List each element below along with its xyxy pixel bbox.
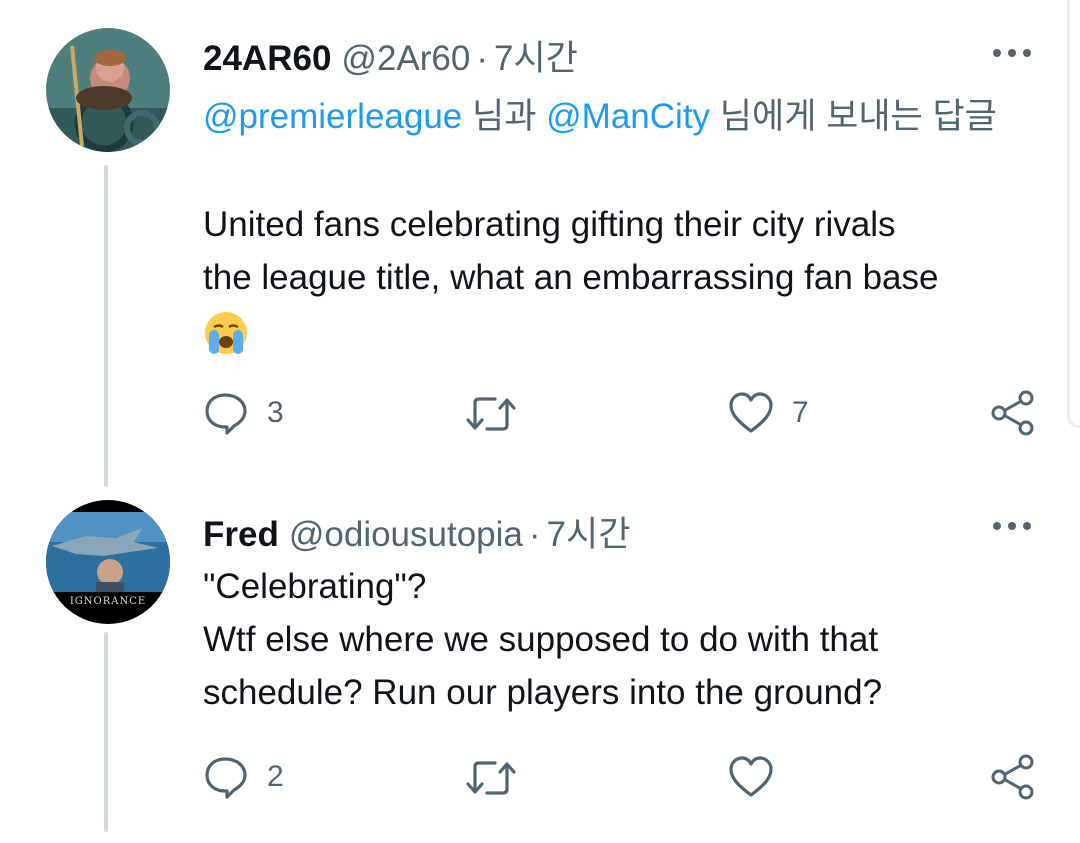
reply-icon <box>205 393 247 435</box>
separator: · <box>476 39 489 78</box>
retweet-icon <box>466 761 516 795</box>
tweet-text-line: the league title, what an embarrassing f… <box>203 258 939 297</box>
share-button[interactable] <box>990 754 1036 800</box>
avatar[interactable] <box>46 28 170 152</box>
tweet-text-line: United fans celebrating gifting their ci… <box>203 205 896 244</box>
tweet-text-line: schedule? Run our players into the groun… <box>203 673 883 712</box>
more-options-icon[interactable] <box>990 43 1034 63</box>
separator: · <box>528 515 541 554</box>
retweet-button[interactable] <box>465 393 535 435</box>
thread-line <box>104 632 108 832</box>
replying-to: @premierleague 님과 @ManCity 님에게 보내는 답글 <box>203 90 1043 143</box>
loudly-crying-face-icon <box>205 311 247 354</box>
heart-icon <box>729 392 773 433</box>
heart-icon <box>729 756 773 797</box>
retweet-button[interactable] <box>465 757 535 799</box>
replying-rest: 님에게 보내는 답글 <box>719 97 997 136</box>
retweet-icon <box>466 397 516 431</box>
reply-count: 2 <box>267 760 284 793</box>
share-icon <box>991 390 1034 436</box>
user-handle[interactable]: @odiousutopia <box>289 515 523 555</box>
reply-button[interactable]: 3 <box>203 391 284 435</box>
mention-mancity[interactable]: @ManCity <box>546 97 710 136</box>
replying-word: 님과 <box>472 97 537 136</box>
avatar-caption: IGNORANCE <box>70 596 146 607</box>
tweet-text-line: "Celebrating"? <box>203 567 427 606</box>
reply-count: 3 <box>267 396 284 429</box>
timestamp[interactable]: 7시간 <box>547 506 631 557</box>
share-icon <box>991 754 1034 800</box>
tweet-text: United fans celebrating gifting their ci… <box>203 198 1043 357</box>
display-name[interactable]: Fred <box>203 515 279 555</box>
share-button[interactable] <box>990 390 1036 436</box>
more-options-icon[interactable] <box>990 516 1034 536</box>
tweet-header: 24AR60 @2Ar60 · 7시간 <box>203 30 578 81</box>
reply-button[interactable]: 2 <box>203 755 284 799</box>
scrollbar-edge <box>1067 0 1080 428</box>
tweet-text: "Celebrating"? Wtf else where we suppose… <box>203 560 1043 719</box>
tweet-header: Fred @odiousutopia · 7시간 <box>203 506 630 557</box>
emoji-line <box>203 304 1043 357</box>
like-button[interactable]: 7 <box>728 391 809 435</box>
like-button[interactable] <box>728 755 792 799</box>
mention-premierleague[interactable]: @premierleague <box>203 97 462 136</box>
display-name[interactable]: 24AR60 <box>203 39 331 79</box>
reply-icon <box>205 757 247 799</box>
like-count: 7 <box>792 396 809 429</box>
timestamp[interactable]: 7시간 <box>494 30 578 81</box>
avatar[interactable]: IGNORANCE <box>46 500 170 624</box>
thread-line <box>104 165 108 487</box>
avatar-image <box>46 28 170 152</box>
avatar-image: IGNORANCE <box>46 500 170 624</box>
user-handle[interactable]: @2Ar60 <box>341 39 470 79</box>
tweet-text-line: Wtf else where we supposed to do with th… <box>203 620 879 659</box>
